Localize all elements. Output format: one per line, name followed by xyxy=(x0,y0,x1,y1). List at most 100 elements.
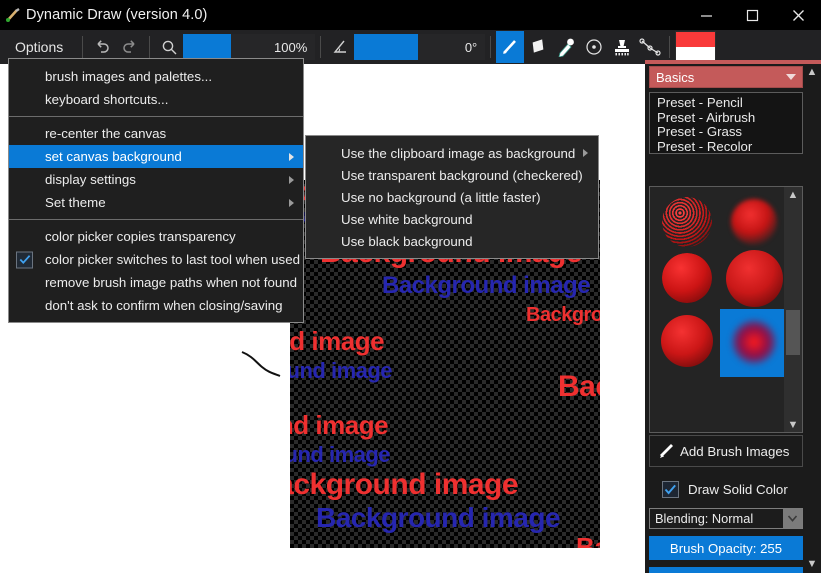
line-path-tool-icon[interactable] xyxy=(636,31,664,63)
brush-opacity-slider[interactable]: Brush Opacity: 255 xyxy=(649,536,803,560)
toolbar-divider xyxy=(149,36,151,58)
submenu-item-label: Use the clipboard image as background xyxy=(341,145,576,161)
add-brush-images-label: Add Brush Images xyxy=(680,443,790,459)
options-dropdown-menu[interactable]: brush images and palettes... keyboard sho… xyxy=(8,58,304,323)
menu-item-keyboard-shortcuts[interactable]: keyboard shortcuts... xyxy=(9,88,303,111)
submenu-arrow-icon xyxy=(583,149,588,157)
menu-item-label: remove brush image paths when not found xyxy=(45,275,298,290)
submenu-arrow-icon xyxy=(289,152,294,161)
submenu-item-use-black-background[interactable]: Use black background xyxy=(306,230,598,252)
preset-item[interactable]: Preset - Recolor xyxy=(654,139,802,155)
stamp-tool-icon[interactable] xyxy=(608,31,636,63)
chevron-down-icon xyxy=(786,74,796,80)
menu-item-remove-brush-image-paths-when-not-found[interactable]: remove brush image paths when not found xyxy=(9,271,303,294)
brush-thumb-noisy-sphere-brush[interactable] xyxy=(652,245,720,313)
menu-item-set-theme[interactable]: Set theme xyxy=(9,191,303,214)
canvas-text: Background image xyxy=(558,370,600,403)
close-button[interactable] xyxy=(775,0,821,30)
preset-group-label: Basics xyxy=(656,69,695,85)
submenu-item-label: Use transparent background (checkered) xyxy=(341,167,583,183)
menu-item-brush-images-and-palettes[interactable]: brush images and palettes... xyxy=(9,65,303,88)
draw-solid-color-label: Draw Solid Color xyxy=(688,481,788,497)
canvas-text: Background image xyxy=(316,502,561,533)
color-swatch[interactable] xyxy=(675,30,717,64)
brush-tool-icon[interactable] xyxy=(496,31,525,63)
brush-grid xyxy=(650,187,788,432)
submenu-item-use-no-background-a-little-faster[interactable]: Use no background (a little faster) xyxy=(306,186,598,208)
menu-item-don-t-ask-to-confirm-when-closing-saving[interactable]: don't ask to confirm when closing/saving xyxy=(9,294,303,317)
menu-item-re-center-the-canvas[interactable]: re-center the canvas xyxy=(9,122,303,145)
preset-item[interactable]: Preset - Pencil xyxy=(654,95,802,111)
submenu-item-use-transparent-background-checkered[interactable]: Use transparent background (checkered) xyxy=(306,164,598,186)
window-title: Dynamic Draw (version 4.0) xyxy=(26,7,208,23)
app-paintbrush-icon xyxy=(0,0,26,30)
canvas-text: Background image xyxy=(382,272,591,299)
menu-item-label: keyboard shortcuts... xyxy=(45,92,169,107)
canvas-text: Background image xyxy=(290,326,385,356)
canvas-text: Background image xyxy=(290,358,393,383)
angle-value: 0° xyxy=(464,39,478,55)
menu-item-color-picker-copies-transparency[interactable]: color picker copies transparency xyxy=(9,225,303,248)
preset-item[interactable]: Preset - Airbrush xyxy=(654,110,802,126)
menu-item-label: don't ask to confirm when closing/saving xyxy=(45,298,283,313)
toolbar-divider xyxy=(669,36,671,58)
app-window: Dynamic Draw (version 4.0) Options 100% … xyxy=(0,0,821,573)
canvas-text: Background image xyxy=(290,442,391,467)
brush-thumb-hard-sphere-brush[interactable] xyxy=(720,245,788,313)
blending-mode-value: Blending: Normal xyxy=(655,511,754,526)
menu-item-display-settings[interactable]: display settings xyxy=(9,168,303,191)
chevron-down-icon[interactable]: ▼ xyxy=(788,420,799,431)
chevron-up-icon[interactable]: ▲ xyxy=(788,190,799,201)
menu-separator xyxy=(9,116,303,117)
panel-scrollbar[interactable]: ▲ ▼ xyxy=(803,64,821,573)
blending-mode-select[interactable]: Blending: Normal xyxy=(649,508,803,529)
color-picker-tool-icon[interactable] xyxy=(552,31,580,63)
brush-flow-slider[interactable]: Brush Flow: 255 xyxy=(649,567,803,573)
draw-solid-color-checkbox[interactable] xyxy=(662,480,679,498)
title-bar: Dynamic Draw (version 4.0) xyxy=(0,0,821,30)
circle-tool-icon[interactable] xyxy=(580,31,608,63)
set-canvas-background-submenu[interactable]: Use the clipboard image as background Use… xyxy=(305,135,599,259)
draw-solid-color-row[interactable]: Draw Solid Color xyxy=(649,474,803,504)
brush-thumbnail-grid[interactable]: ▲ ▼ xyxy=(649,186,803,433)
submenu-item-use-the-clipboard-image-as-background[interactable]: Use the clipboard image as background xyxy=(306,142,598,164)
chevron-up-icon[interactable]: ▲ xyxy=(807,67,818,78)
angle-icon xyxy=(326,31,354,63)
menu-item-label: set canvas background xyxy=(45,149,182,164)
brush-thumb-round-sphere-brush[interactable] xyxy=(652,309,720,377)
primary-color xyxy=(676,31,716,47)
add-brush-images-button[interactable]: Add Brush Images xyxy=(649,435,803,467)
brush-settings-panel: Basics Preset - Pencil Preset - Airbrush P… xyxy=(645,64,821,573)
menu-item-color-picker-switches-to-last-tool-when-used[interactable]: color picker switches to last tool when … xyxy=(9,248,303,271)
menu-item-label: color picker switches to last tool when … xyxy=(45,252,300,267)
submenu-item-label: Use no background (a little faster) xyxy=(341,189,541,205)
menu-item-label: display settings xyxy=(45,172,136,187)
submenu-arrow-icon xyxy=(289,198,294,207)
zoom-slider[interactable]: 100% xyxy=(183,34,316,60)
preset-group-combo[interactable]: Basics xyxy=(649,66,803,88)
eraser-tool-icon[interactable] xyxy=(524,31,552,63)
brush-opacity-label: Brush Opacity: 255 xyxy=(669,540,783,556)
brush-grid-scrollbar[interactable]: ▲ ▼ xyxy=(784,187,802,432)
menu-item-label: Set theme xyxy=(45,195,106,210)
menu-item-label: color picker copies transparency xyxy=(45,229,236,244)
chevron-down-icon[interactable] xyxy=(783,509,802,528)
canvas-text: Background image xyxy=(576,532,600,548)
minimize-button[interactable] xyxy=(683,0,729,30)
preset-item[interactable]: Preset - Grass xyxy=(654,125,802,140)
zoom-value: 100% xyxy=(274,39,308,55)
menu-item-set-canvas-background[interactable]: set canvas background xyxy=(9,145,303,168)
toolbar-divider xyxy=(490,36,492,58)
scrollbar-thumb[interactable] xyxy=(786,310,800,355)
menu-item-label: brush images and palettes... xyxy=(45,69,213,84)
checkbox-checked-icon[interactable] xyxy=(16,251,33,268)
submenu-item-label: Use black background xyxy=(341,233,473,249)
toolbar-divider xyxy=(82,36,84,58)
angle-slider[interactable]: 0° xyxy=(354,34,486,60)
brush-thumb-soft-glow-brush[interactable] xyxy=(720,309,788,377)
submenu-item-label: Use white background xyxy=(341,211,473,227)
maximize-button[interactable] xyxy=(729,0,775,30)
preset-list[interactable]: Preset - Pencil Preset - Airbrush Preset -… xyxy=(649,92,803,154)
submenu-item-use-white-background[interactable]: Use white background xyxy=(306,208,598,230)
chevron-down-icon[interactable]: ▼ xyxy=(807,559,818,570)
